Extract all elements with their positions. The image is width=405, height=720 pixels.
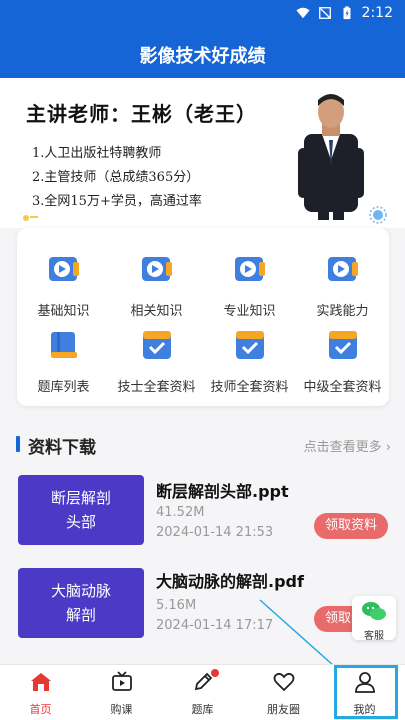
nav-moments[interactable]: 朋友圈 — [243, 671, 324, 717]
nav-question-bank[interactable]: 题库 — [162, 669, 243, 717]
notification-badge — [211, 669, 219, 677]
tv-icon — [111, 671, 132, 691]
heart-icon — [273, 672, 294, 692]
nav-label: 题库 — [191, 703, 214, 716]
tutorial-highlight-box — [334, 665, 398, 719]
tutorial-pointer-arrow — [259, 599, 353, 683]
nav-label: 朋友圈 — [267, 703, 300, 716]
nav-label: 购课 — [110, 703, 133, 716]
nav-courses[interactable]: 购课 — [81, 671, 162, 717]
nav-label: 首页 — [29, 703, 52, 716]
pencil-icon — [194, 672, 212, 691]
nav-home[interactable]: 首页 — [0, 671, 81, 717]
app-screen: 2:12 影像技术好成绩 主讲老师：王彬（老王） 1.人卫出版社特聘教师 2.主… — [0, 0, 405, 720]
home-icon — [30, 673, 51, 691]
